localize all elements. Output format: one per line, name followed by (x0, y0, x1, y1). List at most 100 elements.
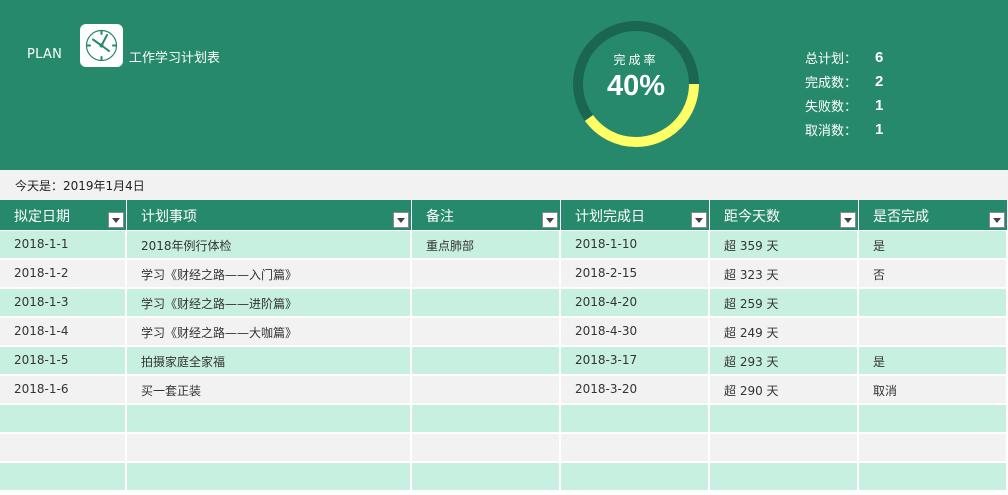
table-cell[interactable]: 2018-1-2 (0, 260, 127, 287)
table-cell[interactable]: 超 323 天 (710, 260, 859, 287)
table-cell[interactable] (127, 434, 412, 461)
table-cell[interactable]: 是 (859, 231, 1008, 258)
table-cell[interactable]: 2018-1-3 (0, 289, 127, 316)
table-cell[interactable]: 学习《财经之路——进阶篇》 (127, 289, 412, 316)
table-header-row: 拟定日期 计划事项 备注 计划完成日 距今天数 是否完成 (0, 200, 1008, 230)
stat-value: 1 (875, 120, 884, 138)
table-cell[interactable]: 重点肺部 (412, 231, 561, 258)
table-cell[interactable] (710, 405, 859, 432)
table-cell[interactable]: 2018-1-4 (0, 318, 127, 345)
stat-value: 2 (875, 72, 884, 90)
stat-label: 完成数： (805, 75, 858, 91)
table-cell[interactable] (561, 405, 710, 432)
cell-text: 超 323 天 (724, 268, 779, 282)
table-cell[interactable] (412, 434, 561, 461)
table-row[interactable]: 2018-1-2 学习《财经之路——入门篇》 2018-2-15 超 323 天 否 (0, 260, 1008, 287)
table-cell[interactable] (710, 434, 859, 461)
table-cell[interactable] (561, 463, 710, 490)
table-cell[interactable]: 超 290 天 (710, 376, 859, 403)
table-cell[interactable] (412, 289, 561, 316)
stat-label: 取消数： (805, 123, 858, 139)
cell-text: 学习《财经之路——入门篇》 (141, 268, 298, 282)
table-cell[interactable]: 2018年例行体检 (127, 231, 412, 258)
table-cell[interactable]: 2018-1-6 (0, 376, 127, 403)
completion-label: 完成率 (613, 53, 659, 67)
clock-icon (80, 24, 123, 67)
app-title: 工作学习计划表 (129, 51, 221, 66)
filter-dropdown-icon[interactable] (108, 212, 124, 228)
table-cell[interactable] (859, 289, 1008, 316)
table-row[interactable]: 2018-1-3 学习《财经之路——进阶篇》 2018-4-20 超 259 天 (0, 289, 1008, 316)
table-cell[interactable]: 超 359 天 (710, 231, 859, 258)
table-cell[interactable] (412, 318, 561, 345)
table-cell[interactable]: 学习《财经之路——大咖篇》 (127, 318, 412, 345)
table-cell[interactable] (412, 260, 561, 287)
table-cell[interactable] (859, 405, 1008, 432)
table-cell[interactable]: 是 (859, 347, 1008, 374)
table-cell[interactable]: 否 (859, 260, 1008, 287)
table-cell[interactable]: 超 249 天 (710, 318, 859, 345)
table-cell[interactable]: 2018-1-5 (0, 347, 127, 374)
table-cell[interactable]: 超 259 天 (710, 289, 859, 316)
table-cell[interactable] (710, 463, 859, 490)
cell-text: 2018-1-1 (14, 237, 69, 251)
table-cell[interactable] (412, 376, 561, 403)
table-cell[interactable]: 取消 (859, 376, 1008, 403)
table-cell[interactable]: 2018-2-15 (561, 260, 710, 287)
column-header-label: 计划事项 (141, 209, 197, 225)
col-due-date-header: 计划完成日 (561, 200, 710, 230)
stat-label: 总计划： (805, 51, 858, 67)
table-cell[interactable] (412, 463, 561, 490)
table-row[interactable]: 2018-1-6 买一套正装 2018-3-20 超 290 天 取消 (0, 376, 1008, 403)
cell-text: 重点肺部 (426, 239, 475, 253)
filter-dropdown-icon[interactable] (393, 212, 409, 228)
cell-text: 2018-1-6 (14, 382, 69, 396)
cell-text: 是 (873, 239, 886, 253)
table-cell[interactable]: 拍摄家庭全家福 (127, 347, 412, 374)
cell-text: 2018-3-17 (575, 353, 638, 367)
table-cell[interactable] (0, 463, 127, 490)
filter-dropdown-icon[interactable] (542, 212, 558, 228)
table-cell[interactable]: 学习《财经之路——入门篇》 (127, 260, 412, 287)
table-row[interactable] (0, 434, 1008, 461)
filter-dropdown-icon[interactable] (691, 212, 707, 228)
today-date: 今天是：2019年1月4日 (15, 179, 145, 193)
table-cell[interactable] (859, 318, 1008, 345)
table-cell[interactable] (0, 434, 127, 461)
cell-text: 2018-4-20 (575, 295, 638, 309)
table-cell[interactable]: 2018-1-10 (561, 231, 710, 258)
table-cell[interactable] (0, 405, 127, 432)
filter-dropdown-icon[interactable] (989, 212, 1005, 228)
table-cell[interactable] (859, 463, 1008, 490)
table-cell[interactable]: 买一套正装 (127, 376, 412, 403)
table-cell[interactable]: 2018-1-1 (0, 231, 127, 258)
table-cell[interactable] (412, 405, 561, 432)
table-cell[interactable]: 2018-3-20 (561, 376, 710, 403)
table-cell[interactable]: 2018-4-30 (561, 318, 710, 345)
column-header-label: 备注 (426, 209, 454, 225)
column-header-label: 是否完成 (873, 209, 929, 225)
table-cell[interactable] (127, 405, 412, 432)
table-cell[interactable]: 2018-4-20 (561, 289, 710, 316)
cell-text: 取消 (873, 384, 898, 398)
cell-text: 2018-4-30 (575, 324, 638, 338)
cell-text: 买一套正装 (141, 384, 202, 398)
table-cell[interactable] (561, 434, 710, 461)
table-cell[interactable] (859, 434, 1008, 461)
table-row[interactable]: 2018-1-4 学习《财经之路——大咖篇》 2018-4-30 超 249 天 (0, 318, 1008, 345)
col-plan-item-header: 计划事项 (127, 200, 412, 230)
cell-text: 2018-3-20 (575, 382, 638, 396)
cell-text: 超 359 天 (724, 239, 779, 253)
table-row[interactable]: 2018-1-1 2018年例行体检 重点肺部 2018-1-10 超 359 天 是 (0, 231, 1008, 258)
plan-label: PLAN (27, 47, 63, 62)
table-cell[interactable]: 超 293 天 (710, 347, 859, 374)
table-row[interactable]: 2018-1-5 拍摄家庭全家福 2018-3-17 超 293 天 是 (0, 347, 1008, 374)
table-cell[interactable] (412, 347, 561, 374)
filter-dropdown-icon[interactable] (840, 212, 856, 228)
table-row[interactable] (0, 405, 1008, 432)
col-days-since-header: 距今天数 (710, 200, 859, 230)
table-cell[interactable]: 2018-3-17 (561, 347, 710, 374)
table-cell[interactable] (127, 463, 412, 490)
table-row[interactable] (0, 463, 1008, 490)
stat-cancelled: 取消数： 1 (805, 117, 883, 141)
